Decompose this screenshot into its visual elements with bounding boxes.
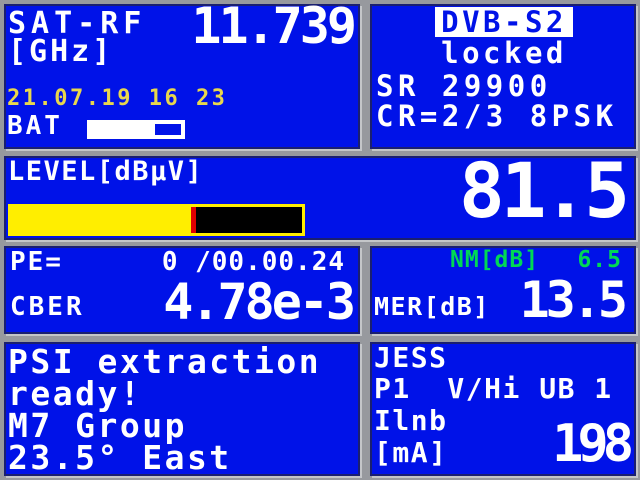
lnb-line-4: [mA] — [374, 436, 448, 469]
level-value: 81.5 — [458, 146, 630, 235]
panel-sat-rf: SAT-RF [GHz] 11.739 KuH 21.07.19 16 23 B… — [4, 0, 360, 224]
panel-status: PSI extraction ready! M7 Group 23.5° Eas… — [4, 342, 360, 476]
battery-marker — [154, 124, 181, 135]
sat-rf-unit: [GHz] — [8, 34, 114, 69]
lnb-line-2: P1 V/Hi UB 1 — [374, 372, 613, 405]
battery-gauge — [87, 120, 185, 139]
level-bar-fill — [11, 207, 192, 233]
panel-quality: NM[dB] 6.5 MER[dB] 13.5 — [370, 246, 636, 334]
mer-label: MER[dB] — [374, 292, 490, 321]
lock-status: locked — [441, 36, 567, 70]
status-line-4: 23.5° East — [8, 438, 232, 477]
lnb-current-value: 198 — [552, 414, 634, 474]
lnb-line-3: Ilnb — [374, 404, 448, 437]
battery-label: BAT — [7, 111, 63, 141]
code-rate: CR=2/3 8PSK — [376, 99, 618, 133]
nm-value: 6.5 — [577, 247, 622, 273]
frequency-value: 11.739 — [191, 0, 357, 55]
panel-errors: PE= 0 /00.00.24 CBER 4.78e-3 — [4, 246, 360, 334]
lnb-line-1: JESS — [374, 341, 448, 374]
pe-value: 0 /00.00.24 — [161, 247, 345, 277]
panel-lnb: JESS P1 V/Hi UB 1 Ilnb [mA] 198 — [370, 342, 636, 476]
pe-label: PE= — [10, 247, 63, 277]
panel-dvb: DVB-S2 locked SR 29900 CR=2/3 8PSK — [370, 4, 636, 149]
cber-value: 4.78e-3 — [163, 273, 356, 331]
level-label: LEVEL[dBµV] — [8, 156, 204, 187]
mer-value: 13.5 — [519, 271, 628, 329]
datetime-text: 21.07.19 16 23 — [7, 86, 228, 111]
level-bar — [8, 204, 305, 236]
cber-label: CBER — [10, 292, 85, 322]
nm-label: NM[dB] — [450, 247, 540, 273]
panel-level: LEVEL[dBµV] 81.5 — [4, 146, 636, 240]
meter-screen: SAT-RF [GHz] 11.739 KuH 21.07.19 16 23 B… — [0, 0, 640, 480]
level-bar-marker — [191, 207, 197, 233]
standard-badge: DVB-S2 — [435, 7, 573, 37]
symbol-rate: SR 29900 — [376, 69, 552, 103]
